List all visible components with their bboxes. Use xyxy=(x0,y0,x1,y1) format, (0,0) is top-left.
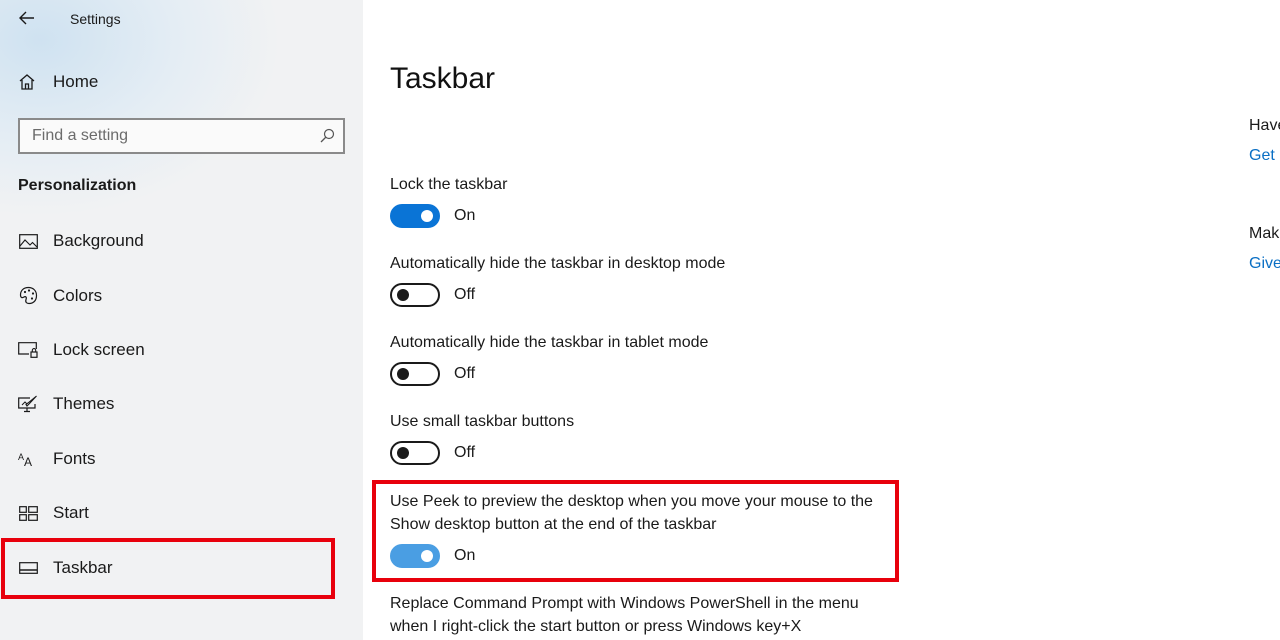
themes-icon xyxy=(18,394,38,414)
start-icon xyxy=(18,503,38,523)
sidebar-item-label: Themes xyxy=(53,394,115,414)
title-bar: Settings xyxy=(0,0,363,38)
small-buttons-toggle[interactable] xyxy=(390,441,440,465)
setting-autohide-desktop: Automatically hide the taskbar in deskto… xyxy=(390,252,725,307)
setting-powershell: Replace Command Prompt with Windows Powe… xyxy=(390,592,900,638)
setting-small-buttons: Use small taskbar buttons Off xyxy=(390,410,574,465)
app-title: Settings xyxy=(70,11,121,27)
toggle-knob xyxy=(397,289,409,301)
fonts-icon: AA xyxy=(18,449,38,469)
related-feedback: Mak Give xyxy=(1249,225,1280,273)
home-icon xyxy=(18,73,36,91)
home-link[interactable]: Home xyxy=(18,70,98,94)
highlight-box-taskbar-nav xyxy=(1,538,335,599)
related-link[interactable]: Give xyxy=(1249,255,1280,273)
sidebar-item-start[interactable]: Start xyxy=(0,486,363,540)
toggle-knob xyxy=(421,210,433,222)
related-question: Have xyxy=(1249,117,1280,134)
sidebar-item-label: Lock screen xyxy=(53,339,145,359)
setting-label: Lock the taskbar xyxy=(390,176,508,193)
sidebar-item-colors[interactable]: Colors xyxy=(0,268,363,322)
setting-label: Automatically hide the taskbar in deskto… xyxy=(390,255,726,272)
toggle-state: On xyxy=(454,207,476,224)
arrow-left-icon xyxy=(19,11,34,25)
sidebar-item-label: Fonts xyxy=(53,448,96,468)
related-question: Mak xyxy=(1249,225,1280,242)
sidebar-item-label: Background xyxy=(53,231,144,251)
section-title: Personalization xyxy=(18,177,137,194)
related-help: Have Get xyxy=(1249,117,1280,165)
setting-label: Automatically hide the taskbar in tablet… xyxy=(390,334,709,351)
back-button[interactable] xyxy=(14,6,40,30)
autohide-tablet-toggle[interactable] xyxy=(390,362,440,386)
sidebar-item-themes[interactable]: Themes xyxy=(0,377,363,431)
related-link[interactable]: Get xyxy=(1249,147,1280,165)
image-icon xyxy=(18,231,38,251)
page-title: Taskbar xyxy=(390,62,496,95)
setting-label: Use small taskbar buttons xyxy=(390,413,575,430)
highlight-box-peek-setting xyxy=(372,480,899,582)
search-icon[interactable] xyxy=(319,128,335,144)
sidebar-item-label: Start xyxy=(53,503,89,523)
toggle-knob xyxy=(397,447,409,459)
sidebar-item-background[interactable]: Background xyxy=(0,214,363,268)
setting-label: Replace Command Prompt with Windows Powe… xyxy=(390,595,859,635)
toggle-state: Off xyxy=(454,286,476,303)
svg-text:A: A xyxy=(24,455,32,467)
toggle-state: Off xyxy=(454,444,476,461)
toggle-knob xyxy=(397,368,409,380)
sidebar-item-fonts[interactable]: AA Fonts xyxy=(0,432,363,486)
autohide-desktop-toggle[interactable] xyxy=(390,283,440,307)
toggle-state: Off xyxy=(454,365,476,382)
search-input[interactable] xyxy=(20,127,310,145)
setting-autohide-tablet: Automatically hide the taskbar in tablet… xyxy=(390,331,708,386)
palette-icon xyxy=(18,286,38,306)
lock-taskbar-toggle[interactable] xyxy=(390,204,440,228)
lock-screen-icon xyxy=(18,340,38,360)
setting-lock-taskbar: Lock the taskbar On xyxy=(390,173,507,228)
sidebar-item-label: Colors xyxy=(53,285,103,305)
sidebar-item-lock-screen[interactable]: Lock screen xyxy=(0,323,363,377)
home-label: Home xyxy=(53,72,99,91)
search-box[interactable] xyxy=(18,118,345,154)
